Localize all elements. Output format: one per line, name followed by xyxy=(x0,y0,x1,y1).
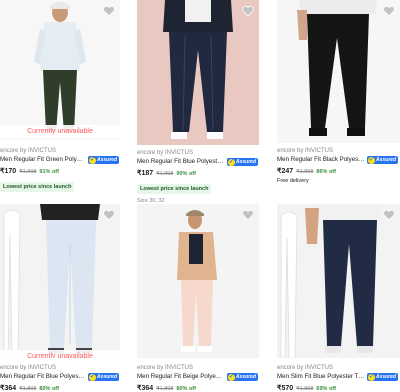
price: ₹170 xyxy=(0,168,17,175)
price: ₹364 xyxy=(137,385,154,392)
assured-badge: ✓ Assured xyxy=(88,156,120,164)
assured-plus-icon: ✓ xyxy=(228,373,235,381)
discount: 69% off xyxy=(316,386,336,392)
brand-name: encore by INVICTUS xyxy=(137,150,194,156)
product-card[interactable]: encore by INVICTUS Men Regular Fit Blue … xyxy=(137,0,259,205)
original-price: ₹1,898 xyxy=(156,386,174,392)
product-title[interactable]: Men Regular Fit Beige Polyester ... xyxy=(137,373,225,381)
assured-badge: ✓ Assured xyxy=(367,156,399,164)
brand-name: encore by INVICTUS xyxy=(0,365,57,371)
product-image[interactable] xyxy=(277,0,400,143)
product-image[interactable] xyxy=(277,204,400,358)
discount: 91% off xyxy=(39,169,59,175)
product-info: encore by INVICTUS Men Regular Fit Black… xyxy=(277,147,400,184)
discount: 80% off xyxy=(39,386,59,392)
delivery-info: Free delivery xyxy=(277,178,309,184)
wishlist-heart-icon[interactable] xyxy=(382,208,396,222)
discount: 90% off xyxy=(176,171,196,177)
product-title[interactable]: Men Slim Fit Blue Polyester Trou... xyxy=(277,373,365,381)
brand-name: encore by INVICTUS xyxy=(277,148,334,154)
product-image[interactable] xyxy=(137,204,259,358)
product-title[interactable]: Men Regular Fit Blue Polyester T... xyxy=(0,373,86,381)
price: ₹570 xyxy=(277,385,294,392)
unavailable-label: Currently unavailable xyxy=(0,350,120,358)
wishlist-heart-icon[interactable] xyxy=(382,4,396,18)
lowest-price-tag: Lowest price since launch xyxy=(0,182,75,192)
product-card[interactable]: encore by INVICTUS Men Slim Fit Blue Pol… xyxy=(277,204,400,392)
product-card[interactable]: encore by INVICTUS Men Regular Fit Beige… xyxy=(137,204,259,392)
product-image[interactable]: Currently unavailable xyxy=(0,0,120,140)
product-info: encore by INVICTUS Men Regular Fit Green… xyxy=(0,147,120,193)
assured-plus-icon: ✓ xyxy=(368,373,375,381)
product-info: encore by INVICTUS Men Regular Fit Blue … xyxy=(137,149,259,204)
product-info: encore by INVICTUS Men Regular Fit Blue … xyxy=(0,364,120,392)
brand-name: encore by INVICTUS xyxy=(277,365,334,371)
original-price: ₹1,898 xyxy=(296,169,314,175)
product-title[interactable]: Men Regular Fit Green Polyester ... xyxy=(0,156,86,164)
brand-name: encore by INVICTUS xyxy=(137,365,194,371)
assured-badge: ✓ Assured xyxy=(227,373,259,381)
wishlist-heart-icon[interactable] xyxy=(241,4,255,18)
price: ₹187 xyxy=(137,170,154,177)
lowest-price-tag: Lowest price since launch xyxy=(137,184,212,194)
product-title[interactable]: Men Regular Fit Black Polyester ... xyxy=(277,156,365,164)
product-image[interactable] xyxy=(137,0,259,145)
original-price: ₹1,898 xyxy=(19,386,37,392)
product-info: encore by INVICTUS Men Slim Fit Blue Pol… xyxy=(277,364,400,392)
brand-name: encore by INVICTUS xyxy=(0,148,57,154)
assured-plus-icon: ✓ xyxy=(89,373,96,381)
assured-badge: ✓ Assured xyxy=(88,373,120,381)
product-card[interactable]: Currently unavailable encore by INVICTUS… xyxy=(0,0,120,196)
wishlist-heart-icon[interactable] xyxy=(241,208,255,222)
product-info: encore by INVICTUS Men Regular Fit Beige… xyxy=(137,364,259,392)
assured-badge: ✓ Assured xyxy=(367,373,399,381)
discount: 86% off xyxy=(316,169,336,175)
discount: 80% off xyxy=(176,386,196,392)
unavailable-label: Currently unavailable xyxy=(0,125,120,138)
original-price: ₹1,998 xyxy=(19,169,37,175)
original-price: ₹1,998 xyxy=(156,171,174,177)
product-card[interactable]: encore by INVICTUS Men Regular Fit Black… xyxy=(277,0,400,200)
product-card[interactable]: Currently unavailable encore by INVICTUS… xyxy=(0,204,120,392)
price: ₹364 xyxy=(0,385,17,392)
assured-plus-icon: ✓ xyxy=(368,156,375,164)
original-price: ₹1,898 xyxy=(296,386,314,392)
wishlist-heart-icon[interactable] xyxy=(102,4,116,18)
assured-badge: ✓ Assured xyxy=(227,158,259,166)
wishlist-heart-icon[interactable] xyxy=(102,208,116,222)
product-image[interactable]: Currently unavailable xyxy=(0,204,120,358)
assured-plus-icon: ✓ xyxy=(228,158,235,166)
assured-plus-icon: ✓ xyxy=(89,156,96,164)
product-title[interactable]: Men Regular Fit Blue Polyester T... xyxy=(137,158,225,166)
price: ₹247 xyxy=(277,168,294,175)
